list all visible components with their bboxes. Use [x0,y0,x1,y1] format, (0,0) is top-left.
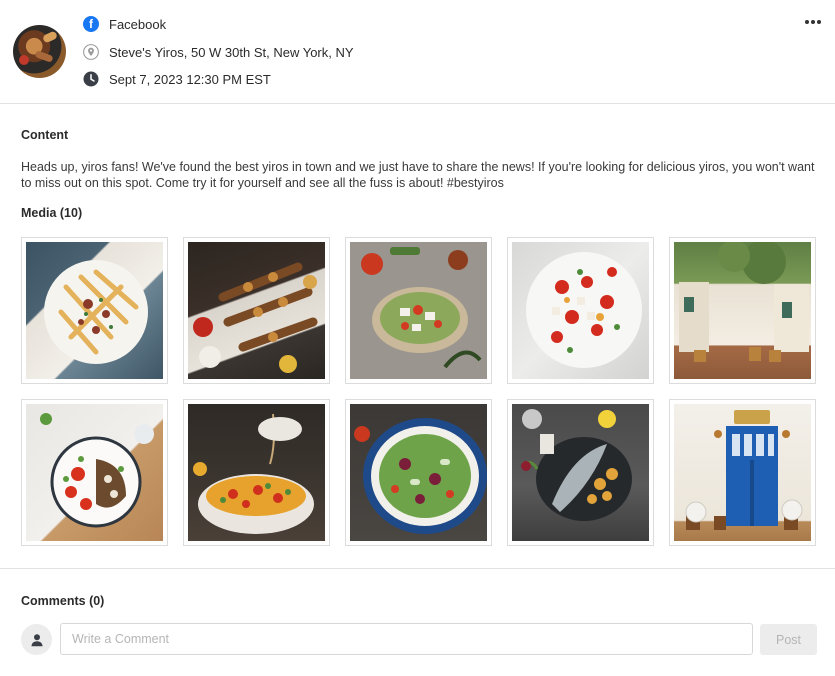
post-header: f Facebook Steve's Yiros, 50 W 30th St, … [0,0,835,104]
media-thumbnail-blue-bowl-salad[interactable] [345,399,492,546]
location-pin-icon [83,44,99,60]
platform-name: Facebook [109,16,167,32]
content-heading: Content [21,128,69,142]
post-comment-button[interactable]: Post [760,624,817,655]
media-thumbnail-souvlaki-skewers[interactable] [183,237,330,384]
location-row: Steve's Yiros, 50 W 30th St, New York, N… [83,42,354,62]
media-thumbnail-greek-salad-plate[interactable] [345,237,492,384]
media-grid [21,237,821,547]
location-text: Steve's Yiros, 50 W 30th St, New York, N… [109,44,354,60]
media-heading: Media (10) [21,206,83,220]
media-thumbnail-dressing-salad-bowl[interactable] [183,399,330,546]
media-thumbnail-grilled-fish-potatoes[interactable] [507,399,654,546]
datetime-row: Sept 7, 2023 12:30 PM EST [83,69,271,89]
datetime-text: Sept 7, 2023 12:30 PM EST [109,71,271,87]
media-thumbnail-blue-door-taverna[interactable] [669,399,816,546]
user-avatar-icon [21,624,52,655]
more-options-icon[interactable] [803,12,823,32]
platform-row: f Facebook [83,14,166,34]
comments-divider [0,568,835,569]
account-avatar [13,25,66,78]
media-thumbnail-grilled-eggplant-salad[interactable] [21,399,168,546]
media-thumbnail-tomato-feta-salad[interactable] [507,237,654,384]
comments-heading: Comments (0) [21,594,105,608]
media-thumbnail-yiros-fries-plate[interactable] [21,237,168,384]
facebook-icon: f [83,16,99,32]
media-thumbnail-greek-street-cafe[interactable] [669,237,816,384]
clock-icon [83,71,99,87]
post-body-text: Heads up, yiros fans! We've found the be… [21,160,815,190]
comment-input[interactable] [60,623,753,655]
